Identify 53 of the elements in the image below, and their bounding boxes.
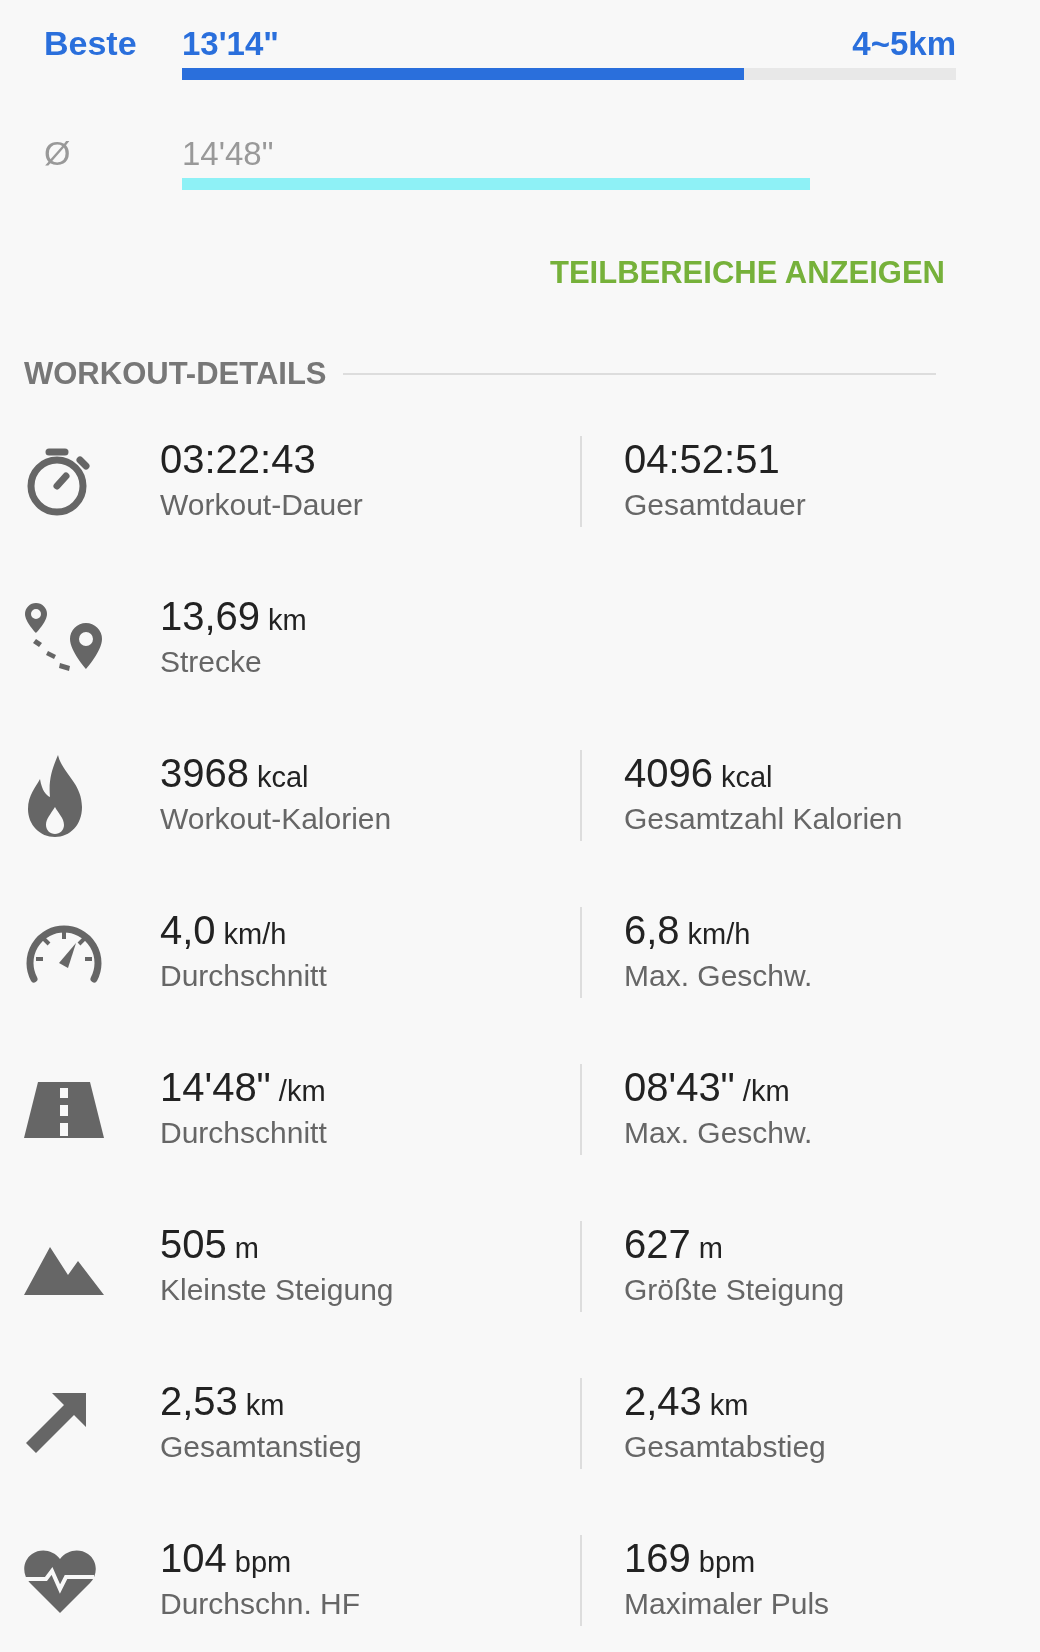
- metric-value: 2,53 km: [160, 1378, 286, 1424]
- metric-value: 169 bpm: [624, 1535, 757, 1581]
- metric-label: Gesamtdauer: [624, 487, 807, 523]
- show-segments-button[interactable]: TEILBEREICHE ANZEIGEN: [550, 250, 945, 297]
- metric-label: Kleinste Steigung: [160, 1272, 395, 1308]
- unit-label: km: [245, 1389, 285, 1421]
- metric-value: 4096 kcal: [624, 750, 774, 796]
- unit-label: km/h: [223, 918, 287, 950]
- unit-label: bpm: [698, 1546, 756, 1578]
- unit-label: kcal: [721, 761, 773, 793]
- metric-label: Größte Steigung: [624, 1272, 846, 1308]
- unit-label: /km: [742, 1075, 790, 1107]
- unit-label: m: [234, 1232, 259, 1264]
- unit-label: kcal: [257, 761, 309, 793]
- pace-value: 13'14": [182, 27, 279, 60]
- metric-value: 04:52:51: [624, 436, 781, 482]
- metric-value: 08'43" /km: [624, 1064, 791, 1110]
- metric-label: Durchschnitt: [160, 1115, 328, 1151]
- unit-label: /km: [278, 1075, 326, 1107]
- metric-label: Maximaler Puls: [624, 1586, 831, 1622]
- distance-range: 4~5km: [852, 27, 956, 60]
- comparison-label: Ø: [44, 133, 72, 174]
- diagonal-arrow-icon: [24, 1392, 88, 1455]
- metric-value: 6,8 km/h: [624, 907, 752, 953]
- section-title: WORKOUT-DETAILS: [24, 354, 327, 393]
- metric-value: 4,0 km/h: [160, 907, 288, 953]
- unit-label: km: [709, 1389, 749, 1421]
- metric-label: Gesamtabstieg: [624, 1429, 827, 1465]
- heartbeat-icon: [24, 1548, 96, 1613]
- metric-label: Gesamtzahl Kalorien: [624, 801, 904, 837]
- metric-value: 627 m: [624, 1221, 724, 1267]
- metric-value: 505 m: [160, 1221, 260, 1267]
- unit-label: km: [268, 604, 307, 636]
- metric-label: Gesamtanstieg: [160, 1429, 363, 1465]
- metric-label: Workout-Dauer: [160, 487, 364, 523]
- metric-label: Durchschnitt: [160, 958, 328, 994]
- metric-value: 13,69 km: [160, 593, 308, 639]
- metric-label: Strecke: [160, 644, 263, 680]
- comparison-label: Beste: [44, 23, 138, 64]
- metric-label: Max. Geschw.: [624, 1115, 814, 1151]
- metric-value: 104 bpm: [160, 1535, 293, 1581]
- metric-value: 3968 kcal: [160, 750, 310, 796]
- unit-label: m: [698, 1232, 723, 1264]
- road-icon: [24, 1081, 104, 1138]
- metric-label: Max. Geschw.: [624, 958, 814, 994]
- metric-label: Workout-Kalorien: [160, 801, 393, 837]
- unit-label: bpm: [234, 1546, 292, 1578]
- metric-value: 14'48" /km: [160, 1064, 327, 1110]
- unit-label: km/h: [687, 918, 751, 950]
- metric-label: Durchschn. HF: [160, 1586, 362, 1622]
- metric-value: 03:22:43: [160, 436, 317, 482]
- metric-value: 2,43 km: [624, 1378, 750, 1424]
- pace-value: 14'48": [182, 137, 274, 170]
